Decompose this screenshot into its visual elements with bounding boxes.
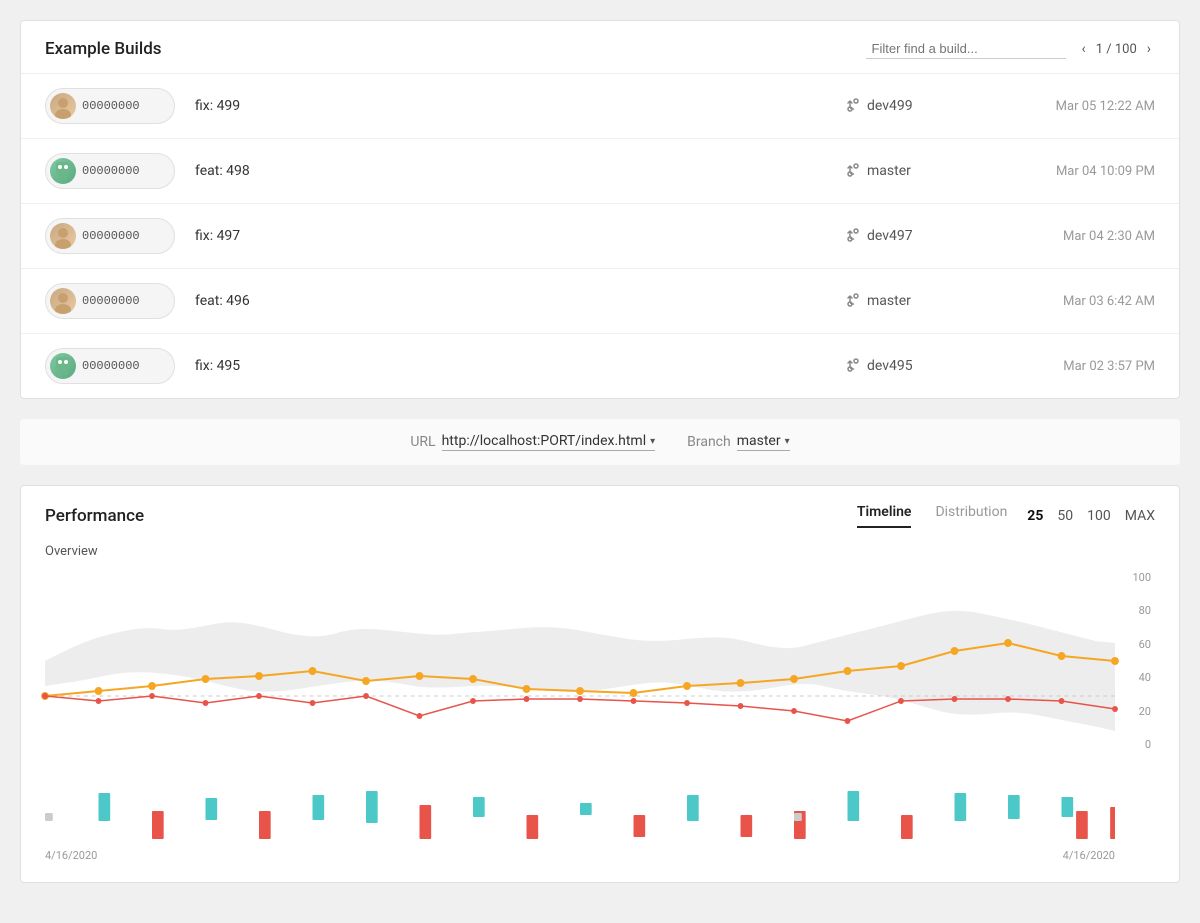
performance-count-controls: 25 50 100 MAX	[1027, 508, 1155, 524]
build-label: fix: 495	[195, 358, 845, 374]
build-branch: dev495	[845, 358, 985, 374]
build-branch: dev499	[845, 98, 985, 114]
build-hash: 00000000	[82, 294, 140, 308]
count-max[interactable]: MAX	[1125, 508, 1155, 524]
chart-area: Overview 100 80 60 40 20 0	[21, 528, 1179, 882]
build-time: Mar 03 6:42 AM	[985, 294, 1155, 309]
branch-label: Branch	[687, 434, 731, 450]
main-chart-container: 100 80 60 40 20 0	[45, 571, 1155, 862]
x-label-start: 4/16/2020	[45, 849, 97, 862]
next-page-button[interactable]: ›	[1143, 39, 1155, 59]
url-label: URL	[410, 434, 435, 450]
builds-card: Example Builds ‹ 1 / 100 › 00000000 fix:…	[20, 20, 1180, 399]
prev-page-button[interactable]: ‹	[1078, 39, 1090, 59]
performance-title: Performance	[45, 506, 144, 526]
bar-chart-svg	[45, 783, 1115, 843]
count-25[interactable]: 25	[1027, 508, 1043, 524]
build-row[interactable]: 00000000 fix: 497 dev497 Mar 04 2:30 AM	[21, 204, 1179, 269]
branch-name: dev495	[867, 358, 913, 374]
build-badge[interactable]: 00000000	[45, 348, 175, 384]
build-row[interactable]: 00000000 fix: 499 dev499 Mar 05 12:22 AM	[21, 74, 1179, 139]
branch-icon	[845, 293, 861, 309]
filter-input[interactable]	[866, 39, 1066, 59]
count-100[interactable]: 100	[1087, 508, 1111, 524]
branch-icon	[845, 358, 861, 374]
line-chart-svg	[45, 571, 1115, 771]
build-row[interactable]: 00000000 feat: 498 master Mar 04 10:09 P…	[21, 139, 1179, 204]
x-label-end: 4/16/2020	[1063, 849, 1115, 862]
x-axis-labels: 4/16/2020 4/16/2020	[45, 849, 1115, 862]
builds-list: 00000000 fix: 499 dev499 Mar 05 12:22 AM…	[21, 74, 1179, 398]
branch-icon	[845, 163, 861, 179]
build-time: Mar 05 12:22 AM	[985, 99, 1155, 114]
build-label: fix: 497	[195, 228, 845, 244]
build-badge[interactable]: 00000000	[45, 283, 175, 319]
performance-card: Performance Timeline Distribution 25 50 …	[20, 485, 1180, 883]
branch-name: master	[867, 163, 911, 179]
performance-tabs: Timeline Distribution	[857, 504, 1007, 528]
build-time: Mar 04 2:30 AM	[985, 229, 1155, 244]
tab-distribution[interactable]: Distribution	[935, 504, 1007, 528]
pagination: ‹ 1 / 100 ›	[1078, 39, 1155, 59]
build-hash: 00000000	[82, 164, 140, 178]
avatar	[50, 93, 76, 119]
branch-name: dev497	[867, 228, 913, 244]
url-value: http://localhost:PORT/index.html	[442, 433, 647, 449]
avatar	[50, 353, 76, 379]
url-dropdown[interactable]: http://localhost:PORT/index.html ▾	[442, 433, 656, 451]
build-badge[interactable]: 00000000	[45, 88, 175, 124]
build-label: fix: 499	[195, 98, 845, 114]
branch-dropdown-arrow: ▾	[785, 436, 790, 447]
build-branch: dev497	[845, 228, 985, 244]
tab-timeline[interactable]: Timeline	[857, 504, 912, 528]
url-dropdown-arrow: ▾	[650, 436, 655, 447]
overview-label: Overview	[45, 544, 1155, 559]
branch-dropdown[interactable]: master ▾	[737, 433, 790, 451]
builds-title: Example Builds	[45, 39, 162, 59]
builds-header-right: ‹ 1 / 100 ›	[866, 39, 1155, 59]
branch-icon	[845, 98, 861, 114]
build-hash: 00000000	[82, 229, 140, 243]
build-time: Mar 02 3:57 PM	[985, 359, 1155, 374]
build-badge[interactable]: 00000000	[45, 153, 175, 189]
build-time: Mar 04 10:09 PM	[985, 164, 1155, 179]
build-label: feat: 498	[195, 163, 845, 179]
build-label: feat: 496	[195, 293, 845, 309]
build-branch: master	[845, 163, 985, 179]
branch-value: master	[737, 433, 781, 449]
url-control-group: URL http://localhost:PORT/index.html ▾	[410, 433, 655, 451]
builds-header: Example Builds ‹ 1 / 100 ›	[21, 21, 1179, 74]
count-50[interactable]: 50	[1057, 508, 1073, 524]
build-hash: 00000000	[82, 99, 140, 113]
controls-bar: URL http://localhost:PORT/index.html ▾ B…	[20, 419, 1180, 465]
build-badge[interactable]: 00000000	[45, 218, 175, 254]
y-axis: 100 80 60 40 20 0	[1125, 571, 1155, 751]
build-branch: master	[845, 293, 985, 309]
branch-name: dev499	[867, 98, 913, 114]
branch-name: master	[867, 293, 911, 309]
avatar	[50, 158, 76, 184]
branch-control-group: Branch master ▾	[687, 433, 790, 451]
branch-icon	[845, 228, 861, 244]
build-row[interactable]: 00000000 fix: 495 dev495 Mar 02 3:57 PM	[21, 334, 1179, 398]
avatar	[50, 288, 76, 314]
avatar	[50, 223, 76, 249]
performance-header: Performance Timeline Distribution 25 50 …	[21, 486, 1179, 528]
pagination-label: 1 / 100	[1096, 42, 1137, 57]
build-row[interactable]: 00000000 feat: 496 master Mar 03 6:42 AM	[21, 269, 1179, 334]
bar-chart-area	[45, 783, 1115, 843]
build-hash: 00000000	[82, 359, 140, 373]
